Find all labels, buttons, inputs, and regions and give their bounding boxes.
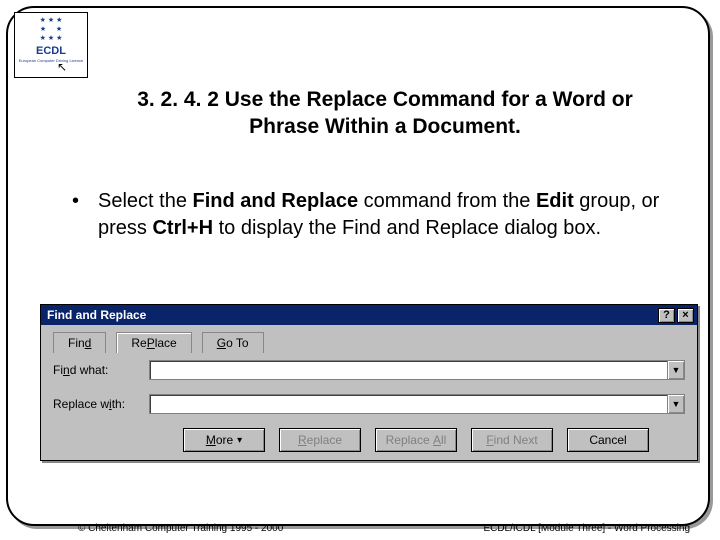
chevron-down-icon: ▼ [672, 399, 681, 409]
tab-goto[interactable]: Go To [202, 332, 264, 353]
replace-with-label: Replace with: [53, 397, 149, 411]
cursor-icon: ↖ [57, 60, 67, 74]
logo-subline: European Computer Driving Licence [19, 58, 83, 63]
logo-abbr: ECDL [36, 45, 66, 57]
find-what-input[interactable]: ▼ [149, 360, 685, 380]
replace-with-input[interactable]: ▼ [149, 394, 685, 414]
find-replace-dialog: Find and Replace ? × Find RePlace Go To … [40, 304, 698, 461]
dialog-title: Find and Replace [47, 308, 146, 322]
tab-replace[interactable]: RePlace [116, 332, 191, 353]
footer-right: ECDL/ICDL [Module Three] - Word Processi… [483, 523, 690, 534]
replace-with-dropdown[interactable]: ▼ [667, 395, 684, 413]
button-row: More▾ Replace Replace All Find Next Canc… [53, 428, 685, 452]
slide-title: 3. 2. 4. 2 Use the Replace Command for a… [102, 86, 668, 141]
replace-all-button[interactable]: Replace All [375, 428, 457, 452]
more-button[interactable]: More▾ [183, 428, 265, 452]
tab-find[interactable]: Find [53, 332, 106, 353]
find-next-button[interactable]: Find Next [471, 428, 553, 452]
cancel-button[interactable]: Cancel [567, 428, 649, 452]
eu-stars-icon [30, 16, 72, 44]
bullet-text: Select the Find and Replace command from… [98, 188, 664, 242]
help-button[interactable]: ? [658, 308, 675, 323]
find-what-label: Find what: [53, 363, 149, 377]
dialog-titlebar[interactable]: Find and Replace ? × [41, 305, 697, 325]
chevron-down-icon: ▼ [672, 365, 681, 375]
find-what-dropdown[interactable]: ▼ [667, 361, 684, 379]
expand-down-icon: ▾ [237, 435, 242, 446]
slide-frame: ECDL European Computer Driving Licence ↖… [6, 6, 710, 526]
ecdl-logo: ECDL European Computer Driving Licence ↖ [14, 12, 88, 78]
body-text: • Select the Find and Replace command fr… [72, 188, 664, 242]
slide-footer: © Cheltenham Computer Training 1995 - 20… [78, 523, 690, 534]
tab-strip: Find RePlace Go To [53, 331, 685, 352]
footer-left: © Cheltenham Computer Training 1995 - 20… [78, 523, 283, 534]
replace-button[interactable]: Replace [279, 428, 361, 452]
close-button[interactable]: × [677, 308, 694, 323]
bullet-icon: • [72, 188, 98, 242]
